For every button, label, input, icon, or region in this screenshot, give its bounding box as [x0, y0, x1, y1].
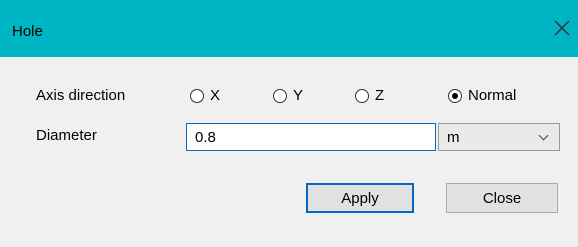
- radio-y[interactable]: Y: [273, 87, 303, 104]
- unit-select[interactable]: m: [438, 123, 560, 151]
- radio-button[interactable]: [273, 88, 287, 103]
- radio-button[interactable]: [355, 88, 369, 103]
- window-title: Hole: [12, 23, 43, 40]
- close-icon[interactable]: [552, 18, 572, 38]
- diameter-label: Diameter: [36, 127, 97, 144]
- radio-z[interactable]: Z: [355, 87, 384, 104]
- close-button[interactable]: Close: [446, 183, 558, 213]
- title-bar: Hole: [0, 0, 578, 57]
- unit-value: m: [447, 128, 460, 146]
- radio-x[interactable]: X: [190, 87, 220, 104]
- radio-label-x: X: [210, 87, 221, 104]
- diameter-input[interactable]: 0.8: [186, 123, 436, 151]
- apply-button[interactable]: Apply: [306, 183, 414, 213]
- radio-normal[interactable]: Normal: [448, 87, 516, 104]
- dialog-content: Axis direction X Y Z Normal Diameter 0.8…: [0, 57, 578, 247]
- chevron-down-icon: [539, 132, 549, 142]
- radio-label-normal: Normal: [468, 87, 517, 104]
- axis-direction-label: Axis direction: [36, 87, 126, 104]
- radio-label-z: Z: [375, 87, 385, 104]
- radio-label-y: Y: [293, 87, 304, 104]
- radio-button[interactable]: [190, 88, 204, 103]
- diameter-value: 0.8: [195, 128, 216, 146]
- radio-button-selected[interactable]: [448, 88, 462, 103]
